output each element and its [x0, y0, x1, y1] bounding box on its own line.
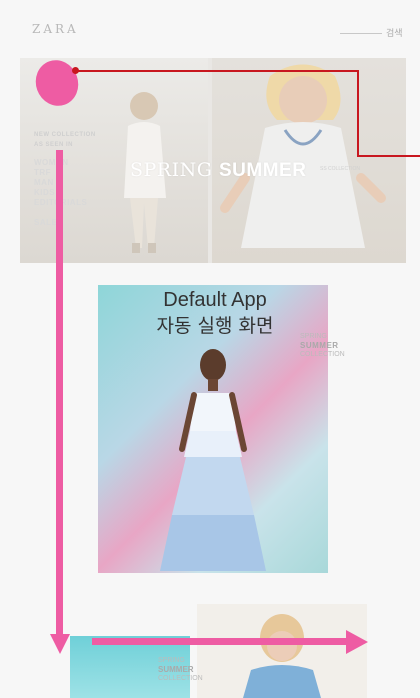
- menu-item-trf[interactable]: TRF: [34, 168, 114, 178]
- side-menu: NEW COLLECTION AS SEEN IN WOMAN TRF MAN …: [34, 130, 114, 228]
- menu-item-man[interactable]: MAN: [34, 178, 114, 188]
- top-bar: ZARA 검색: [0, 0, 420, 52]
- bottom-caption-big: SUMMER: [158, 665, 194, 674]
- annotation-line-1: Default App: [163, 289, 267, 311]
- hero-title-light: SPRING: [130, 159, 219, 181]
- search-underline[interactable]: [340, 33, 382, 34]
- menu-item-kids[interactable]: KIDS: [34, 188, 114, 198]
- annotation-label: Default App 자동 실행 화면: [120, 288, 310, 340]
- bottom-child-model: [243, 614, 321, 698]
- bottom-caption-small: SPRING: [158, 657, 185, 664]
- bottom-caption-sub: COLLECTION: [158, 675, 203, 682]
- callout-line-horizontal: [76, 70, 358, 72]
- arrow-down-icon: [50, 634, 70, 654]
- annotation-line-2: 자동 실행 화면: [156, 315, 274, 337]
- product-tile-bottom-right[interactable]: [197, 604, 367, 698]
- menu-top-line: NEW COLLECTION: [34, 132, 96, 138]
- search-label[interactable]: 검색: [386, 26, 403, 39]
- scroll-arrow-vertical: [56, 150, 63, 642]
- hero-title-bold: SUMMER: [218, 160, 307, 181]
- hero-small-text: SS COLLECTION: [320, 166, 361, 172]
- bottom-caption: SPRING SUMMER COLLECTION: [158, 656, 203, 683]
- scroll-arrow-horizontal: [92, 638, 350, 645]
- menu-item-woman[interactable]: WOMAN: [34, 158, 114, 168]
- zara-logo[interactable]: ZARA: [32, 22, 79, 36]
- dress-model: [160, 349, 266, 571]
- tile-caption-sub: COLLECTION: [300, 351, 345, 358]
- tile-caption-big: SUMMER: [300, 341, 339, 350]
- callout-line-exit: [357, 155, 420, 157]
- menu-top-line: AS SEEN IN: [34, 142, 74, 148]
- callout-line-vertical: [357, 70, 359, 156]
- hero-title: SPRING SUMMER: [130, 159, 306, 182]
- menu-item-editorials[interactable]: EDITORIALS: [34, 198, 114, 208]
- arrow-right-icon: [346, 630, 368, 654]
- menu-item-sale[interactable]: SALE: [34, 218, 114, 228]
